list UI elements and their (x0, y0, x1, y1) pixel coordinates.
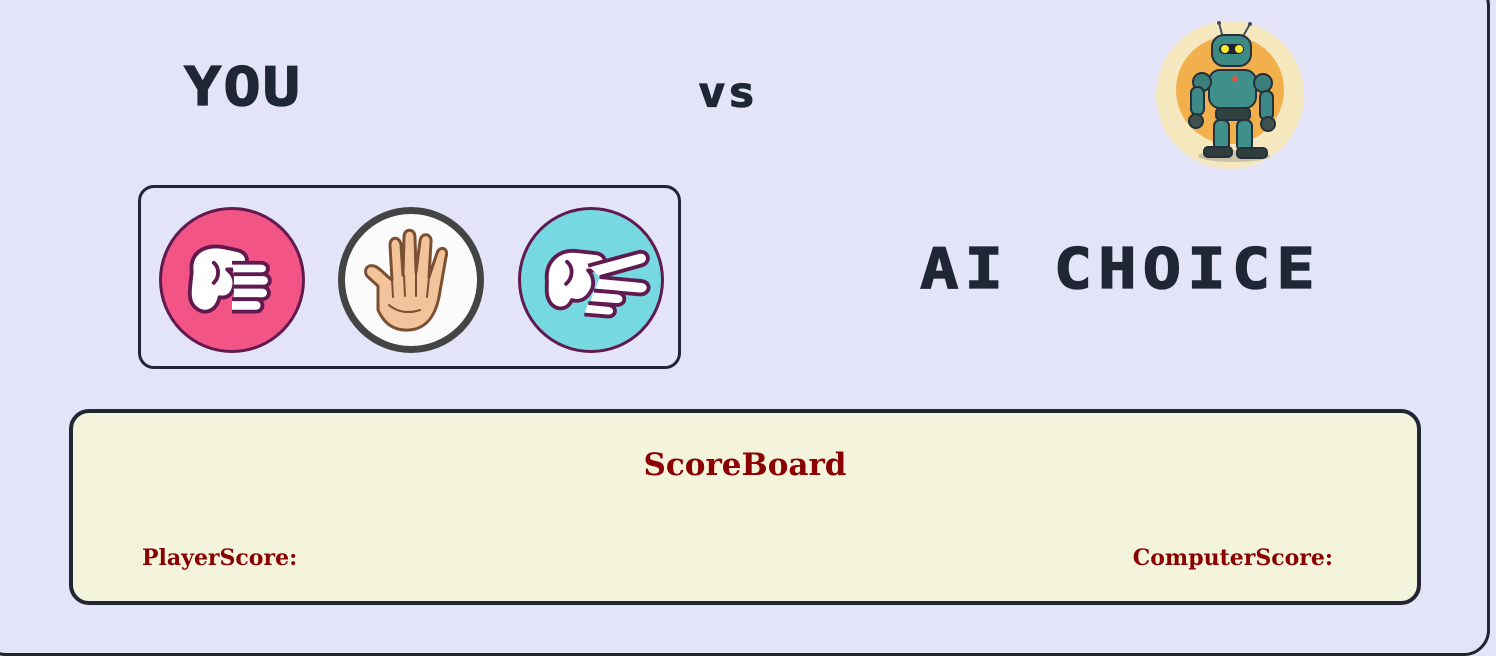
scoreboard-panel: ScoreBoard PlayerScore: ComputerScore: (69, 409, 1421, 605)
rock-choice-button[interactable] (159, 207, 305, 353)
player-score-label: PlayerScore: (142, 545, 298, 571)
rock-fist-icon (187, 244, 272, 314)
robot-avatar-graphic (1156, 21, 1304, 169)
scissors-hand-icon (544, 248, 651, 319)
computer-score-label: ComputerScore: (1132, 545, 1333, 571)
robot-avatar-icon (1155, 20, 1305, 170)
ai-choice-label: AI CHOICE (919, 236, 1321, 303)
paper-choice-button[interactable] (338, 207, 484, 353)
scissors-choice-button[interactable] (518, 207, 664, 353)
player-choice-panel (138, 185, 681, 369)
scoreboard-title: ScoreBoard (643, 447, 847, 483)
paper-hand-icon (364, 228, 449, 332)
you-title: YOU (183, 54, 302, 118)
vs-title: vs (697, 67, 758, 117)
